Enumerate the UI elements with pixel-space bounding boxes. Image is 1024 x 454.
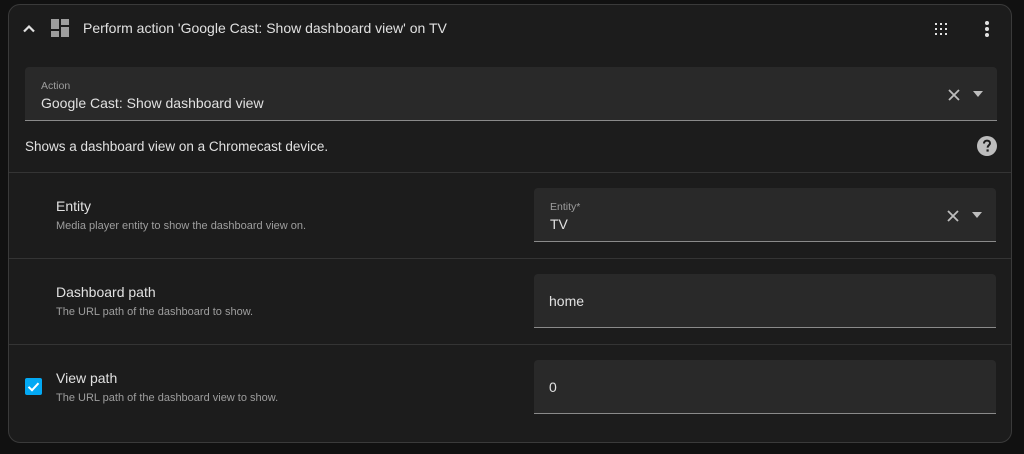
entity-subtitle: Media player entity to show the dashboar… [56,220,307,232]
divider [9,172,1011,173]
dashboard-path-value: home [549,293,585,309]
action-card: Perform action 'Google Cast: Show dashbo… [8,4,1012,443]
drag-handle-button[interactable] [931,19,951,39]
menu-down-icon[interactable] [973,91,983,97]
collapse-button[interactable] [19,19,39,39]
divider [9,258,1011,259]
dots-vertical-icon [985,21,989,37]
entity-title: Entity [56,198,92,214]
overflow-menu-button[interactable] [977,19,997,39]
action-select-label: Action [41,80,71,92]
help-circle-icon[interactable] [977,136,997,156]
dashboard-path-input[interactable]: home [534,274,996,328]
close-icon[interactable] [946,209,960,223]
check-icon [27,382,40,392]
view-path-input[interactable]: 0 [534,360,996,414]
action-select[interactable]: Action Google Cast: Show dashboard view [25,67,997,121]
dashboard-path-subtitle: The URL path of the dashboard to show. [56,306,254,318]
action-select-value: Google Cast: Show dashboard view [41,95,264,111]
entity-picker[interactable]: Entity* TV [534,188,996,242]
card-header[interactable]: Perform action 'Google Cast: Show dashbo… [9,5,1011,53]
view-path-value: 0 [549,379,557,395]
close-icon[interactable] [947,88,961,102]
view-path-title: View path [56,370,118,386]
card-title: Perform action 'Google Cast: Show dashbo… [83,20,447,36]
dashboard-icon [51,19,69,37]
view-path-subtitle: The URL path of the dashboard view to sh… [56,392,279,404]
chevron-up-icon [23,24,35,33]
action-description: Shows a dashboard view on a Chromecast d… [25,139,329,154]
entity-picker-value: TV [550,216,568,232]
divider [9,344,1011,345]
drag-handle-icon [935,23,947,35]
menu-down-icon[interactable] [972,212,982,218]
entity-picker-label: Entity* [550,201,581,213]
view-path-checkbox[interactable] [25,378,42,395]
dashboard-path-title: Dashboard path [56,284,156,300]
